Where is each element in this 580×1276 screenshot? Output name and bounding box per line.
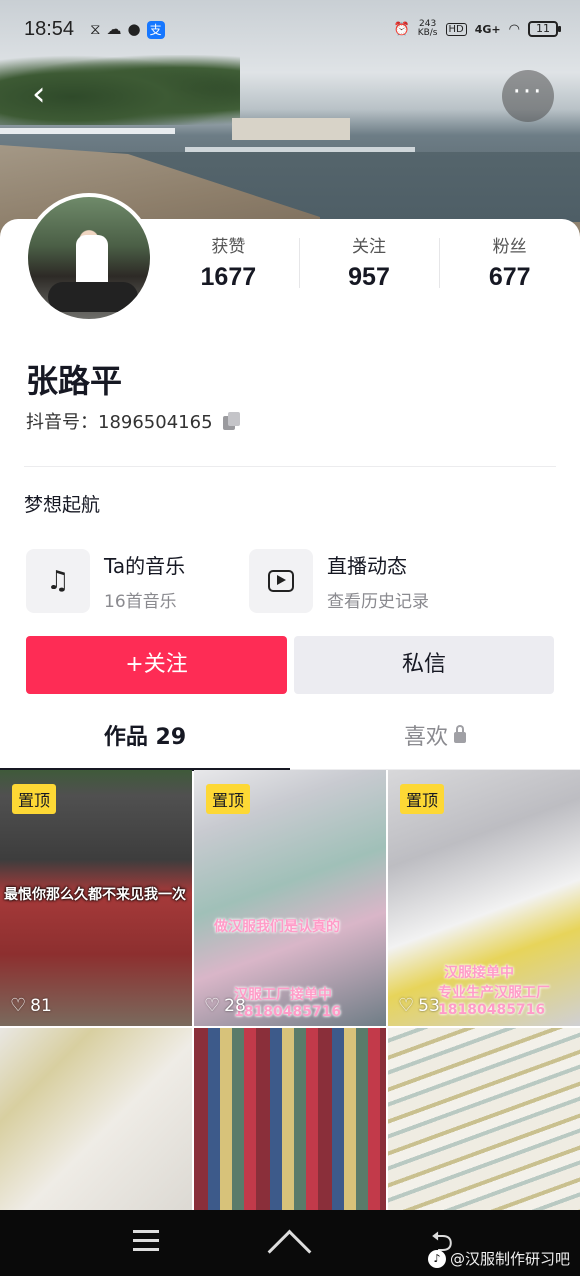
stat-value: 957: [348, 263, 390, 291]
heart-icon: ♡: [398, 995, 415, 1016]
video-caption: 最恨你那么久都不来见我一次: [4, 887, 186, 903]
signal-icon: 4G+: [474, 22, 501, 36]
battery-icon: 11: [528, 21, 561, 37]
status-right: ⏰ 243 KB/s HD 4G+ ◠ 11: [393, 19, 561, 38]
douyin-id-value: 1896504165: [98, 412, 213, 433]
stat-label: 关注: [352, 237, 386, 257]
video-caption: 做汉服我们是认真的: [214, 919, 340, 935]
back-chevron-icon[interactable]: ‹: [32, 76, 68, 112]
menu-icon[interactable]: [126, 1224, 166, 1260]
watermark-logo-icon: ♪: [427, 1249, 446, 1268]
pinned-badge: 置顶: [400, 784, 445, 814]
stat-label: 粉丝: [492, 237, 527, 257]
profile-tabs: 作品 29 喜欢: [0, 712, 580, 771]
tab-likes[interactable]: 喜欢: [290, 712, 580, 769]
tab-works[interactable]: 作品 29: [0, 712, 290, 771]
music-note-icon: ♫: [26, 549, 90, 613]
status-notification-icons: ⧖☁● 支: [90, 20, 165, 39]
music-feature[interactable]: ♫ Ta的音乐 16首音乐: [26, 548, 185, 614]
tab-works-label: 作品 29: [103, 725, 187, 750]
alipay-icon: 支: [146, 21, 165, 39]
stat-likes[interactable]: 获赞 1677: [158, 232, 299, 296]
video-likes: ♡ 53: [398, 995, 440, 1016]
heart-icon: ♡: [10, 995, 27, 1016]
stat-followers[interactable]: 粉丝 677: [439, 232, 580, 296]
profile-name: 张路平: [26, 362, 123, 400]
watermark-text: @汉服制作研习吧: [449, 1250, 570, 1268]
video-tile[interactable]: [0, 1028, 192, 1212]
video-tile[interactable]: [194, 1028, 386, 1212]
status-bar: 18:54 ⧖☁● 支 ⏰ 243 KB/s HD 4G+ ◠ 11: [0, 0, 580, 62]
video-tile[interactable]: 置顶 汉服接单中 专业生产汉服工厂 18180485716 ♡ 53: [388, 770, 580, 1026]
music-title: Ta的音乐: [104, 554, 186, 578]
video-likes: ♡ 81: [10, 995, 52, 1016]
watermark: ♪ @汉服制作研习吧: [427, 1248, 570, 1269]
profile-stats: 获赞 1677 关注 957 粉丝 677: [158, 232, 580, 296]
pinned-badge: 置顶: [12, 784, 57, 814]
video-caption: 汉服接单中: [444, 965, 514, 981]
divider: [24, 466, 556, 467]
stat-value: 1677: [200, 263, 257, 291]
video-tile[interactable]: 置顶 最恨你那么久都不来见我一次 ♡ 81: [0, 770, 192, 1026]
music-subtitle: 16首音乐: [104, 592, 177, 612]
video-tile[interactable]: 置顶 做汉服我们是认真的 汉服工厂接单中 18180485716 ♡ 28: [194, 770, 386, 1026]
follow-button[interactable]: +关注: [26, 636, 287, 694]
douyin-id: 抖音号：1896504165: [26, 408, 241, 434]
hd-icon: HD: [445, 22, 467, 36]
cover-building: [232, 118, 350, 140]
cover-pier: [0, 128, 175, 134]
net-speed: 243 KB/s: [417, 19, 438, 38]
douyin-id-label: 抖音号：: [26, 412, 98, 433]
live-title: 直播动态: [327, 554, 407, 578]
live-feature[interactable]: 直播动态 查看历史记录: [249, 548, 429, 614]
tab-likes-label: 喜欢: [403, 725, 448, 750]
status-time: 18:54: [24, 18, 75, 40]
live-tv-icon: [268, 570, 294, 592]
message-button[interactable]: 私信: [294, 636, 554, 694]
pinned-badge: 置顶: [206, 784, 251, 814]
lock-icon: [454, 725, 466, 743]
stat-following[interactable]: 关注 957: [298, 232, 440, 296]
alarm-icon: ⏰: [393, 21, 410, 37]
video-caption-secondary: 专业生产汉服工厂 18180485716: [438, 985, 550, 1018]
live-subtitle: 查看历史记录: [327, 592, 429, 612]
video-likes: ♡ 28: [204, 995, 246, 1016]
copy-icon[interactable]: [222, 412, 241, 430]
live-tv-icon-box: [249, 549, 313, 613]
avatar-motorbike: [48, 282, 138, 312]
stat-label: 获赞: [211, 237, 246, 257]
avatar[interactable]: [24, 193, 154, 323]
video-caption-secondary: 汉服工厂接单中 18180485716: [234, 987, 342, 1020]
home-icon[interactable]: [270, 1224, 310, 1260]
video-tile[interactable]: [388, 1028, 580, 1212]
heart-icon: ♡: [204, 995, 221, 1016]
more-options-button[interactable]: ···: [502, 70, 554, 122]
system-nav-bar: ⮌ ♪ @汉服制作研习吧: [0, 1210, 580, 1276]
wifi-icon: ◠: [508, 21, 520, 37]
profile-bio: 梦想起航: [24, 494, 101, 516]
stat-value: 677: [488, 263, 531, 291]
video-grid: 置顶 最恨你那么久都不来见我一次 ♡ 81 置顶 做汉服我们是认真的 汉服工厂接单…: [0, 770, 580, 1212]
